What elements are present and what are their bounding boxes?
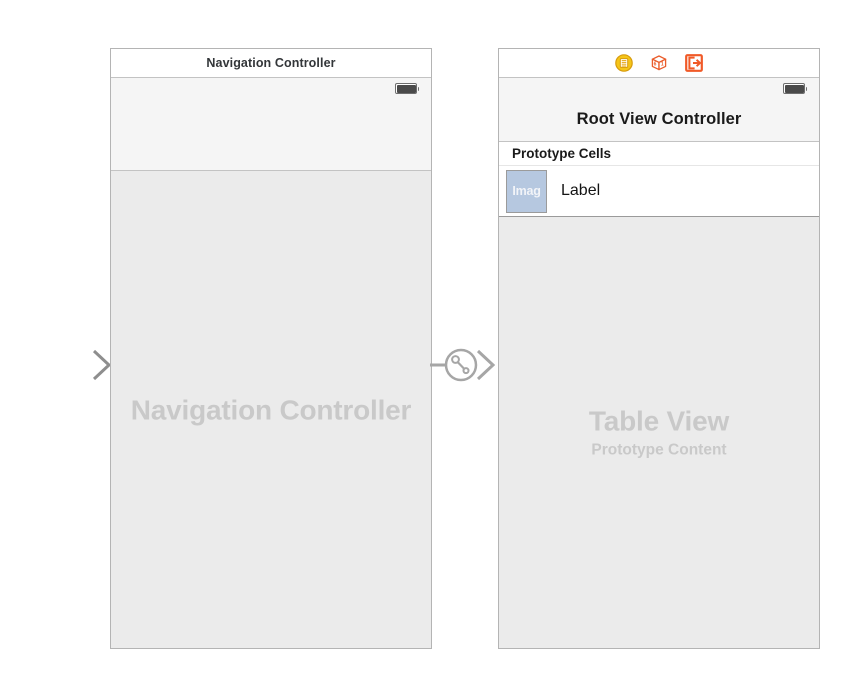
navigation-controller-scene[interactable]: Navigation Controller Navigation Control…	[110, 48, 432, 649]
svg-text:1: 1	[661, 62, 664, 68]
initial-view-controller-entry-arrow[interactable]	[12, 347, 112, 383]
prototype-cells-header: Prototype Cells	[499, 142, 819, 165]
scene-placeholder-subtitle: Prototype Content	[591, 441, 727, 459]
battery-full-icon	[395, 83, 419, 94]
scene-title-label: Navigation Controller	[206, 56, 336, 70]
view-controller-icon[interactable]	[615, 54, 633, 72]
svg-text:6: 6	[654, 61, 657, 67]
navigation-controller-body[interactable]: Navigation Controller	[111, 171, 431, 648]
prototype-cells-header-label: Prototype Cells	[512, 146, 612, 161]
navigation-bar-title: Root View Controller	[576, 110, 742, 128]
image-view-placeholder-label: Imag	[512, 184, 541, 198]
show-segue-connection[interactable]	[430, 347, 500, 383]
table-view-body[interactable]: Table View Prototype Content	[499, 217, 819, 648]
scene-titlebar: Navigation Controller	[111, 49, 431, 78]
navigation-bar[interactable]: Root View Controller	[499, 98, 819, 142]
cell-label: Label	[561, 182, 601, 199]
scene-placeholder-title: Table View	[588, 404, 730, 436]
prototype-cells-section[interactable]: Prototype Cells Imag Label	[499, 142, 819, 217]
scene-placeholder-title: Navigation Controller	[130, 393, 412, 425]
image-view-placeholder[interactable]: Imag	[506, 169, 547, 213]
ios-status-bar	[499, 78, 819, 98]
first-responder-icon[interactable]: 6 1	[650, 54, 668, 72]
exit-icon[interactable]	[685, 54, 703, 72]
ios-status-bar	[111, 78, 431, 98]
scene-dock[interactable]: 6 1	[499, 49, 819, 78]
battery-full-icon	[783, 83, 807, 94]
navigation-bar[interactable]	[111, 98, 431, 171]
table-row[interactable]: Imag Label	[499, 165, 819, 216]
root-view-controller-scene[interactable]: 6 1 Root View Controller Prototype Cells…	[498, 48, 820, 649]
storyboard-canvas[interactable]: Navigation Controller Navigation Control…	[0, 0, 859, 692]
